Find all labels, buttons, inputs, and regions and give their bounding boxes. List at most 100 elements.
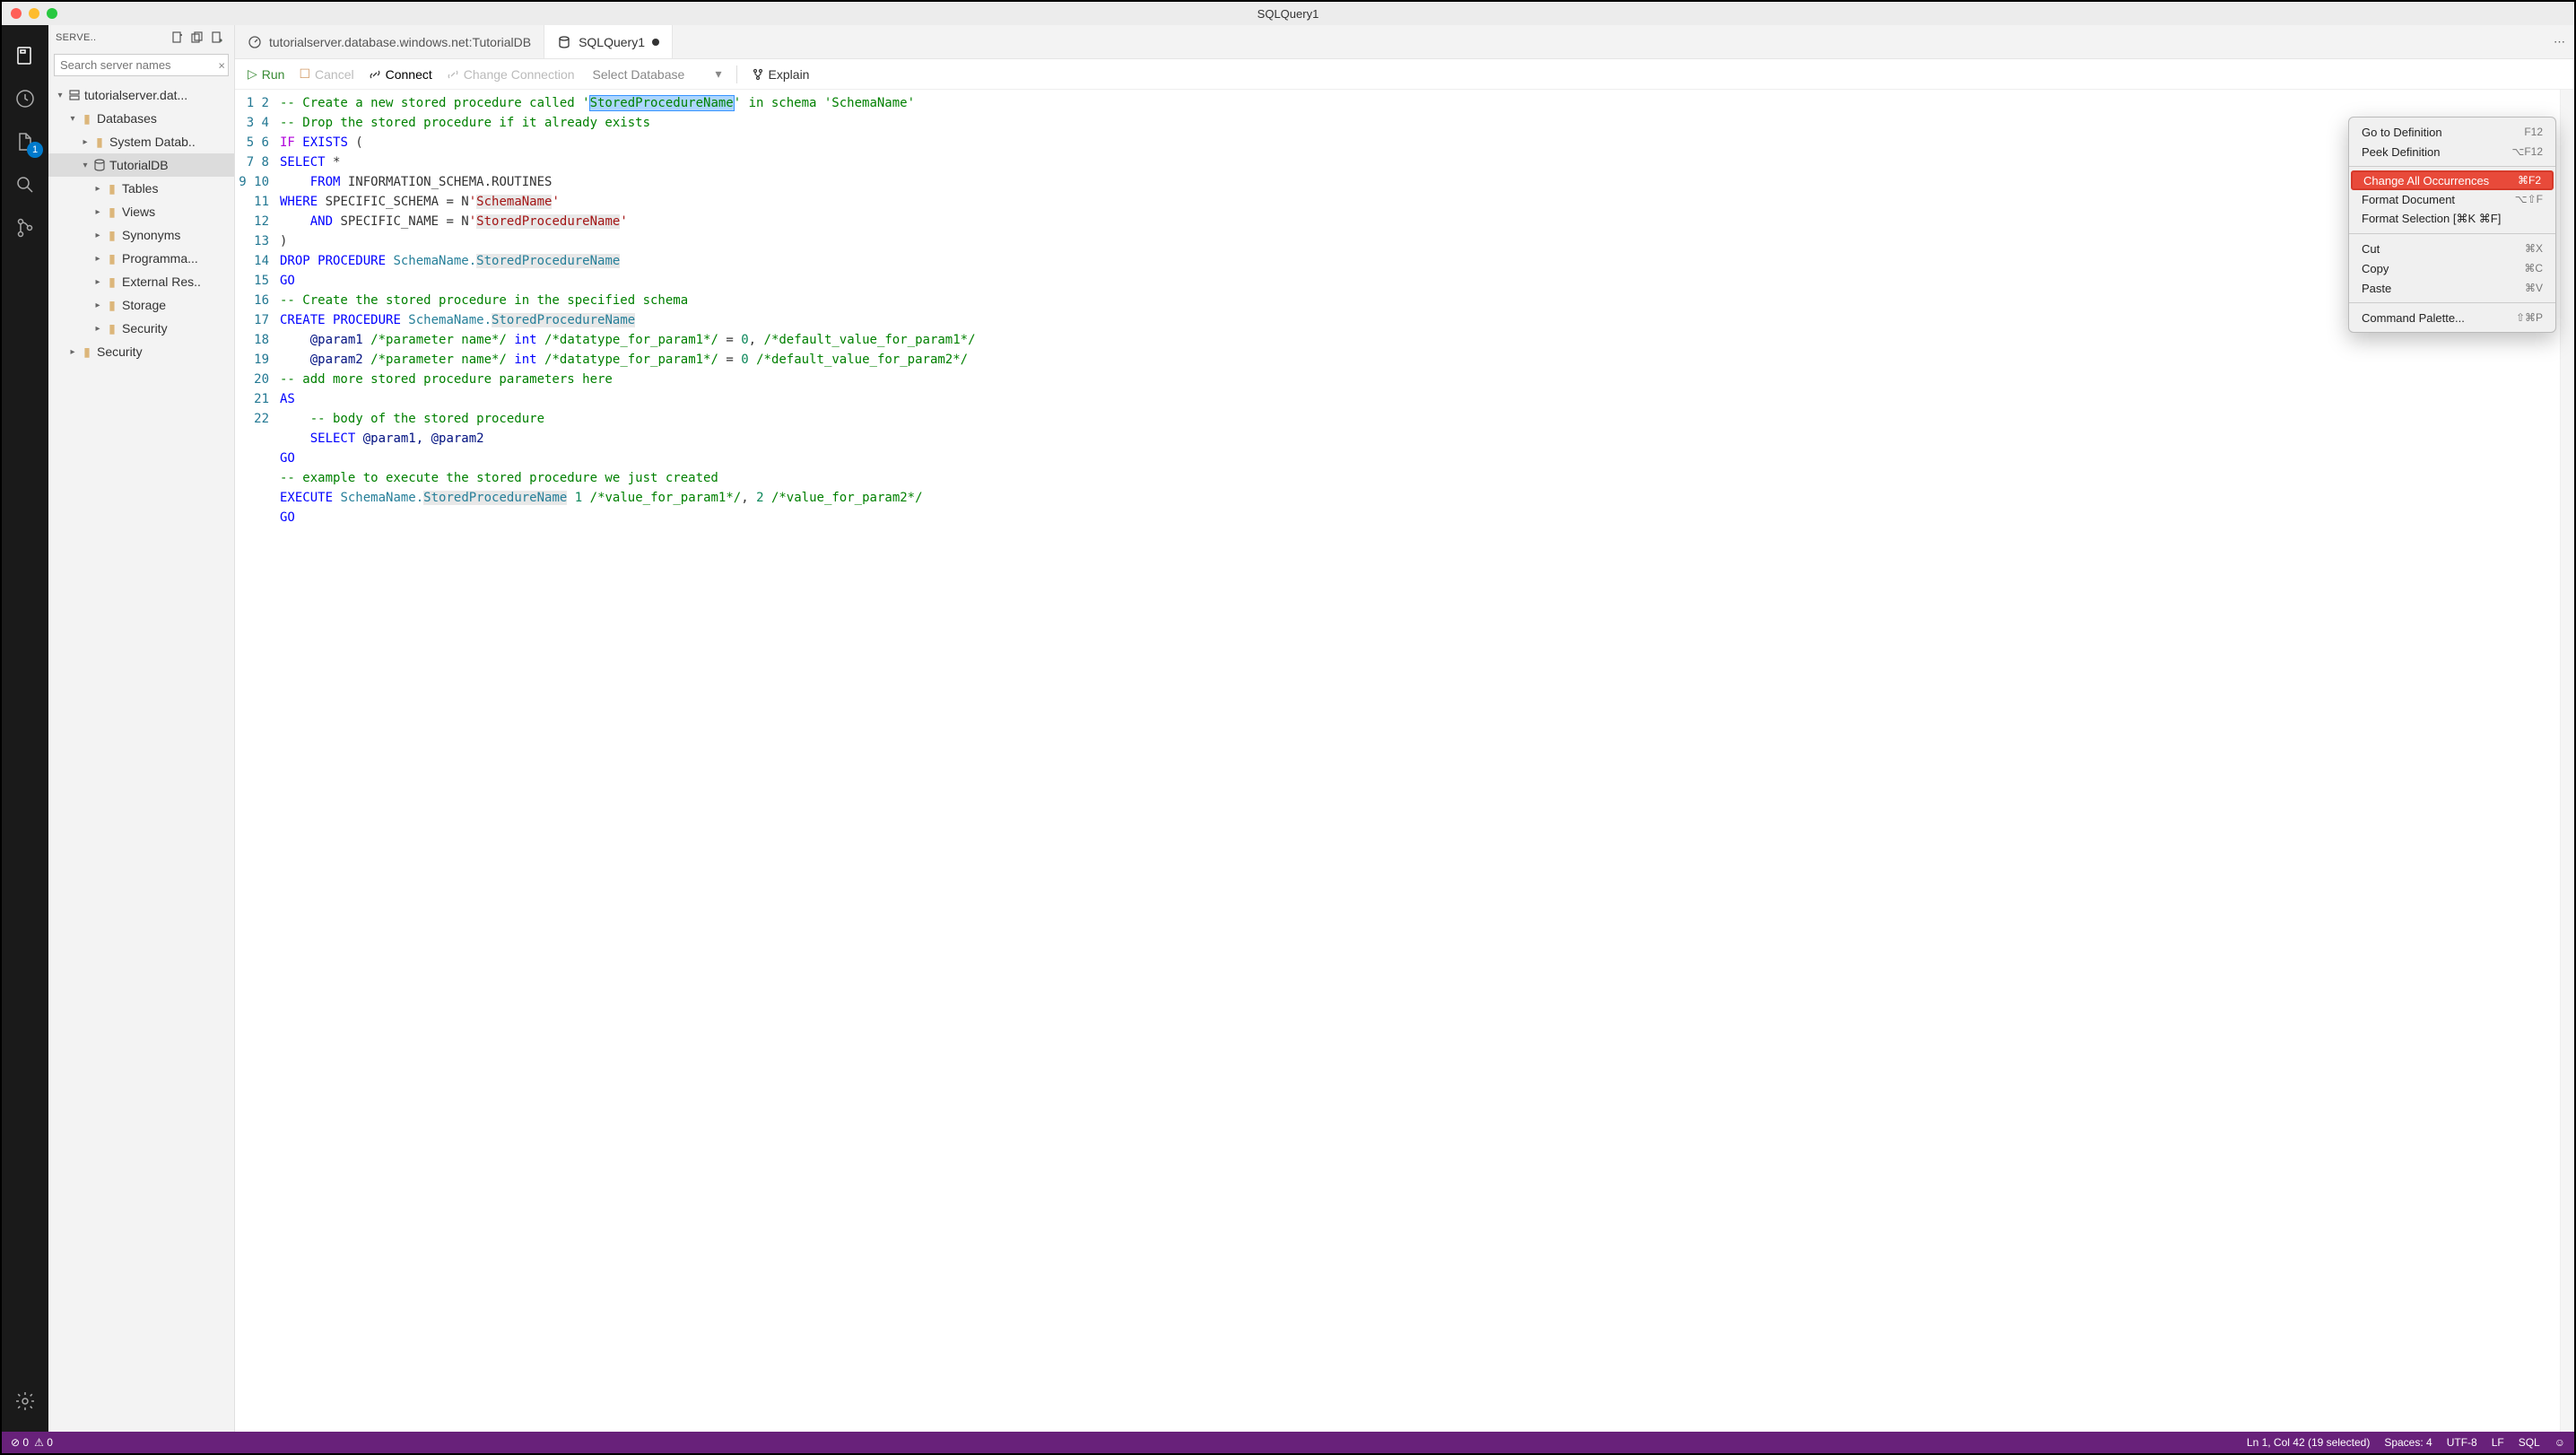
chevron-right-icon: ▸ bbox=[79, 137, 91, 147]
tree-synonyms[interactable]: ▸ ▮ Synonyms bbox=[48, 223, 234, 247]
chevron-right-icon: ▸ bbox=[91, 207, 104, 217]
ctx-shortcut: ⌘X bbox=[2525, 242, 2543, 255]
ctx-format-document[interactable]: Format Document ⌥⇧F bbox=[2349, 189, 2555, 209]
select-database-dropdown[interactable]: Select Database ▾ bbox=[586, 65, 729, 83]
window-title: SQLQuery1 bbox=[1258, 7, 1319, 21]
maximize-window-icon[interactable] bbox=[47, 8, 57, 19]
activity-search-icon[interactable] bbox=[2, 163, 48, 206]
cancel-label: Cancel bbox=[315, 67, 354, 82]
run-button[interactable]: ▷ Run bbox=[244, 65, 288, 83]
tree-external-resources[interactable]: ▸ ▮ External Res.. bbox=[48, 270, 234, 293]
change-connection-button: Change Connection bbox=[443, 65, 579, 83]
tree-security-inner[interactable]: ▸ ▮ Security bbox=[48, 317, 234, 340]
ctx-label: Paste bbox=[2362, 282, 2391, 295]
tree-label: System Datab.. bbox=[109, 135, 196, 149]
database-icon bbox=[91, 159, 108, 171]
tree-databases[interactable]: ▾ ▮ Databases bbox=[48, 107, 234, 130]
ctx-label: Cut bbox=[2362, 242, 2380, 256]
folder-icon: ▮ bbox=[104, 205, 120, 220]
status-feedback-icon[interactable]: ☺ bbox=[2554, 1436, 2565, 1449]
tree-label: Programma... bbox=[122, 251, 198, 266]
dashboard-icon bbox=[248, 35, 262, 49]
server-icon bbox=[66, 89, 83, 101]
folder-icon: ▮ bbox=[104, 181, 120, 196]
ctx-shortcut: ⌘F2 bbox=[2518, 174, 2541, 187]
activity-explorer-icon[interactable]: 1 bbox=[2, 120, 48, 163]
ctx-change-all-occurrences[interactable]: Change All Occurrences ⌘F2 bbox=[2351, 170, 2554, 190]
minimize-window-icon[interactable] bbox=[29, 8, 39, 19]
ctx-shortcut: ⌘C bbox=[2524, 262, 2543, 274]
warning-icon: ⚠ bbox=[34, 1436, 44, 1449]
toolbar-divider bbox=[736, 65, 737, 83]
activity-settings-icon[interactable] bbox=[2, 1380, 48, 1423]
sql-file-icon bbox=[557, 35, 571, 49]
play-icon: ▷ bbox=[248, 66, 257, 82]
activity-servers-icon[interactable] bbox=[2, 34, 48, 77]
explain-button[interactable]: Explain bbox=[748, 65, 814, 83]
tree-programmability[interactable]: ▸ ▮ Programma... bbox=[48, 247, 234, 270]
status-language[interactable]: SQL bbox=[2519, 1436, 2540, 1449]
new-connection-icon[interactable] bbox=[168, 30, 187, 45]
tree-label: External Res.. bbox=[122, 274, 201, 289]
tree-views[interactable]: ▸ ▮ Views bbox=[48, 200, 234, 223]
tree-tables[interactable]: ▸ ▮ Tables bbox=[48, 177, 234, 200]
editor-tabs: tutorialserver.database.windows.net:Tuto… bbox=[235, 25, 2574, 59]
tree-label: Views bbox=[122, 205, 155, 219]
ctx-cut[interactable]: Cut ⌘X bbox=[2349, 239, 2555, 258]
tree-label: Security bbox=[97, 344, 143, 359]
activity-history-icon[interactable] bbox=[2, 77, 48, 120]
close-window-icon[interactable] bbox=[11, 8, 22, 19]
chevron-down-icon: ▾ bbox=[54, 91, 66, 100]
chevron-right-icon: ▸ bbox=[66, 347, 79, 357]
tree-security-outer[interactable]: ▸ ▮ Security bbox=[48, 340, 234, 363]
search-server-input[interactable] bbox=[54, 54, 229, 76]
ctx-command-palette[interactable]: Command Palette... ⇧⌘P bbox=[2349, 308, 2555, 327]
server-tree: ▾ tutorialserver.dat... ▾ ▮ Databases ▸ … bbox=[48, 80, 234, 1432]
select-database-label: Select Database bbox=[593, 67, 685, 82]
window-controls bbox=[11, 8, 57, 19]
tab-connection[interactable]: tutorialserver.database.windows.net:Tuto… bbox=[235, 25, 544, 58]
titlebar: SQLQuery1 bbox=[2, 2, 2574, 25]
ctx-copy[interactable]: Copy ⌘C bbox=[2349, 258, 2555, 278]
status-errors[interactable]: ⊘ 0 bbox=[11, 1436, 29, 1449]
status-encoding[interactable]: UTF-8 bbox=[2447, 1436, 2477, 1449]
new-group-icon[interactable] bbox=[187, 30, 207, 45]
ctx-format-selection[interactable]: Format Selection [⌘K ⌘F] bbox=[2349, 209, 2555, 229]
chevron-right-icon: ▸ bbox=[91, 254, 104, 264]
tree-label: Security bbox=[122, 321, 168, 335]
tree-server[interactable]: ▾ tutorialserver.dat... bbox=[48, 83, 234, 107]
code-content[interactable]: -- Create a new stored procedure called … bbox=[280, 90, 2560, 1432]
ctx-paste[interactable]: Paste ⌘V bbox=[2349, 278, 2555, 298]
stop-icon: ☐ bbox=[299, 66, 310, 82]
explorer-badge: 1 bbox=[27, 142, 43, 158]
folder-icon: ▮ bbox=[79, 111, 95, 126]
ctx-peek-definition[interactable]: Peek Definition ⌥F12 bbox=[2349, 142, 2555, 161]
folder-icon: ▮ bbox=[79, 344, 95, 360]
tree-label: tutorialserver.dat... bbox=[84, 88, 187, 102]
status-eol[interactable]: LF bbox=[2492, 1436, 2504, 1449]
tree-system-databases[interactable]: ▸ ▮ System Datab.. bbox=[48, 130, 234, 153]
editor-area: tutorialserver.database.windows.net:Tuto… bbox=[235, 25, 2574, 1432]
chevron-right-icon: ▸ bbox=[91, 324, 104, 334]
more-actions-icon[interactable]: ⋯ bbox=[2545, 25, 2574, 58]
status-cursor[interactable]: Ln 1, Col 42 (19 selected) bbox=[2247, 1436, 2370, 1449]
dirty-indicator-icon bbox=[652, 39, 659, 46]
line-gutter: 1 2 3 4 5 6 7 8 9 10 11 12 13 14 15 16 1… bbox=[235, 90, 280, 1432]
status-spaces[interactable]: Spaces: 4 bbox=[2384, 1436, 2432, 1449]
code-editor[interactable]: 1 2 3 4 5 6 7 8 9 10 11 12 13 14 15 16 1… bbox=[235, 90, 2574, 1432]
connect-button[interactable]: Connect bbox=[365, 65, 436, 83]
status-warnings[interactable]: ⚠ 0 bbox=[34, 1436, 53, 1449]
tree-storage[interactable]: ▸ ▮ Storage bbox=[48, 293, 234, 317]
tree-tutorialdb[interactable]: ▾ TutorialDB bbox=[48, 153, 234, 177]
ctx-label: Peek Definition bbox=[2362, 145, 2440, 159]
ctx-label: Format Selection [⌘K ⌘F] bbox=[2362, 212, 2501, 226]
tab-sqlquery1[interactable]: SQLQuery1 bbox=[544, 25, 673, 58]
folder-icon: ▮ bbox=[91, 135, 108, 150]
minimap[interactable] bbox=[2560, 90, 2574, 1432]
ctx-goto-definition[interactable]: Go to Definition F12 bbox=[2349, 122, 2555, 142]
clear-search-icon[interactable]: × bbox=[218, 58, 225, 72]
activity-source-control-icon[interactable] bbox=[2, 206, 48, 249]
refresh-icon[interactable] bbox=[207, 30, 227, 45]
folder-icon: ▮ bbox=[104, 251, 120, 266]
ctx-label: Go to Definition bbox=[2362, 126, 2442, 139]
